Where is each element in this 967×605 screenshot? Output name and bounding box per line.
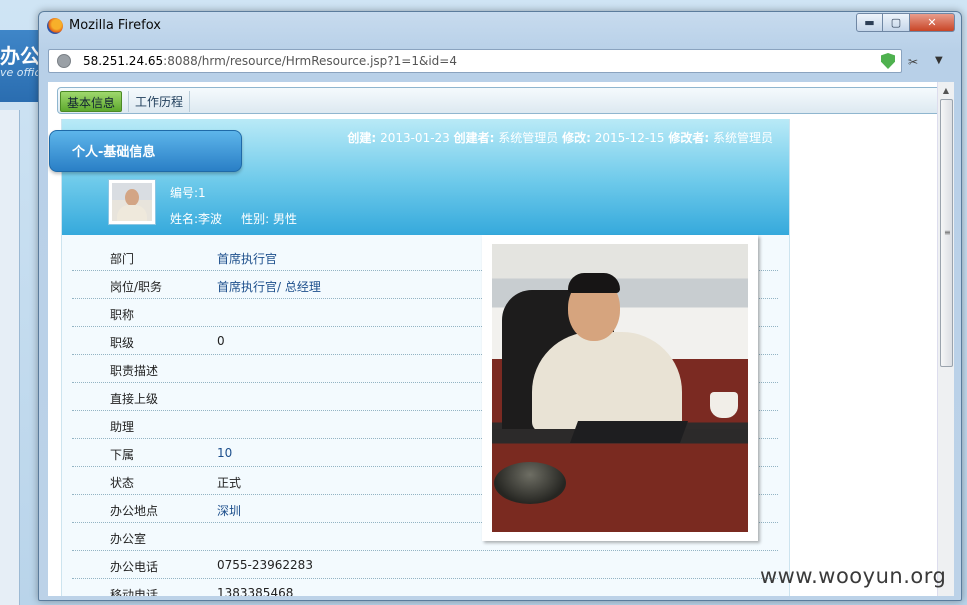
field-label: 移动电话 [110,588,159,596]
field-label: 助理 [110,420,135,434]
profile-photo [482,235,758,541]
url-path: :8088/hrm/resource/HrmResource.jsp?1=1&i… [163,54,457,68]
watermark: www.wooyun.org [760,564,947,588]
field-value: 0 [217,334,225,348]
modified-label: 修改: [562,131,591,145]
firefox-window: Mozilla Firefox ▬ ▢ ✕ 58.251.24.65:8088/… [38,11,962,601]
field-label: 办公地点 [110,504,159,518]
url-host: 58.251.24.65 [83,54,164,68]
close-button[interactable]: ✕ [910,13,955,32]
tab-work-history[interactable]: 工作历程 [128,91,191,112]
scroll-thumb[interactable]: ≡ [940,99,953,367]
firefox-icon [47,18,63,34]
modified-value: 2015-12-15 [594,131,665,145]
avatar-image [112,183,152,221]
maximize-button[interactable]: ▢ [883,13,910,32]
created-label: 创建: [347,131,377,145]
field-label: 办公室 [110,532,147,546]
chevron-down-icon[interactable]: ▼ [935,55,943,66]
tab-bar: 基本信息 工作历程 [57,87,944,114]
field-label: 办公电话 [110,560,159,574]
field-value: 正式 [217,476,242,490]
window-controls: ▬ ▢ ✕ [856,13,955,32]
page-content: 基本信息 工作历程 创建: 2013-01-23 创建者: 系统管理员 修改: … [48,82,954,596]
shield-icon[interactable] [881,53,895,69]
url-bar[interactable]: 58.251.24.65:8088/hrm/resource/HrmResour… [48,49,902,73]
addon-icon[interactable]: ✂ [908,55,922,69]
employee-name: 姓名:李波 [170,212,223,226]
background-sidebar [0,110,20,605]
field-value[interactable]: 深圳 [217,502,241,519]
background-app-subtitle: ve offic [0,66,41,79]
name-gender-line: 姓名:李波 性别: 男性 [170,210,297,227]
title-bar[interactable]: Mozilla Firefox ▬ ▢ ✕ [39,12,961,40]
field-label: 职责描述 [110,364,159,378]
scroll-up-arrow-icon[interactable]: ▲ [938,82,954,99]
field-label: 状态 [110,476,135,490]
site-identity-icon[interactable] [57,54,71,68]
vertical-scrollbar[interactable]: ▲ ≡ [937,82,954,596]
field-value[interactable]: 10 [217,446,232,460]
field-label: 职称 [110,308,135,322]
field-value[interactable]: 首席执行官/ 总经理 [217,278,321,295]
creator-value: 系统管理员 [498,131,559,145]
field-value[interactable]: 首席执行官 [217,250,277,267]
tab-basic-info[interactable]: 基本信息 [60,91,123,112]
avatar[interactable] [108,179,156,225]
minimize-button[interactable]: ▬ [856,13,883,32]
field-label: 下属 [110,448,135,462]
record-meta: 创建: 2013-01-23 创建者: 系统管理员 修改: 2015-12-15… [347,129,773,146]
field-label: 岗位/职务 [110,280,163,294]
created-value: 2013-01-23 [380,131,450,145]
url-text[interactable]: 58.251.24.65:8088/hrm/resource/HrmResour… [83,54,457,68]
employee-gender: 性别: 男性 [241,212,297,226]
modifier-label: 修改者: [668,131,710,145]
field-label: 部门 [110,252,135,266]
modifier-value: 系统管理员 [712,131,773,145]
table-row: 办公电话 0755-23962283 [72,551,778,579]
section-title: 个人-基础信息 [72,145,156,160]
table-row: 移动电话 1383385468 [72,579,778,596]
profile-photo-image [492,244,748,532]
field-label: 直接上级 [110,392,159,406]
background-app-title: 办公 [0,44,40,68]
window-title: Mozilla Firefox [69,18,161,33]
employee-id: 编号:1 [170,186,206,200]
field-label: 职级 [110,336,135,350]
section-title-tab: 个人-基础信息 [49,130,242,172]
field-value: 0755-23962283 [217,558,313,572]
creator-label: 创建者: [453,131,495,145]
field-value: 1383385468 [217,586,294,596]
profile-panel: 创建: 2013-01-23 创建者: 系统管理员 修改: 2015-12-15… [61,119,790,596]
